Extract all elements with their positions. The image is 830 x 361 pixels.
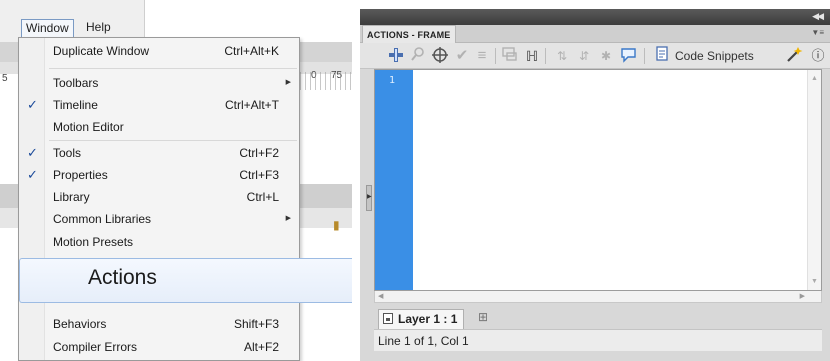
menu-item-label: Toolbars bbox=[53, 76, 99, 90]
auto-format-icon[interactable]: ≡ bbox=[472, 46, 492, 66]
menu-separator bbox=[49, 140, 297, 141]
window-menu-screenshot: Window Help 5 0 75 ▮ Duplicate Window Ct… bbox=[0, 0, 352, 361]
checkmark-icon: ✓ bbox=[27, 145, 38, 160]
menu-item-properties[interactable]: ✓ Properties Ctrl+F3 bbox=[19, 164, 299, 186]
collapse-selection-icon[interactable]: ⇵ bbox=[574, 46, 594, 66]
cursor-position-status: Line 1 of 1, Col 1 bbox=[378, 334, 469, 348]
menu-item-label: Common Libraries bbox=[53, 212, 152, 226]
panel-title-bar: ◀◀ bbox=[360, 9, 830, 25]
toolbar-separator bbox=[495, 48, 496, 64]
menu-item-shortcut: Alt+F2 bbox=[243, 340, 279, 354]
menu-item-motion-presets[interactable]: Motion Presets bbox=[19, 231, 299, 253]
actions-toolbar: ✔ ≡ ℍ ⇅ ⇵ ✱ Code Snippets ⓘ bbox=[360, 43, 830, 69]
menu-item-label: Duplicate Window bbox=[53, 44, 150, 58]
window-menu-dropdown: Duplicate Window Ctrl+Alt+K Toolbars ▶ ✓… bbox=[18, 37, 300, 361]
menu-help[interactable]: Help bbox=[82, 19, 115, 38]
menu-item-label: Compiler Errors bbox=[53, 340, 138, 354]
checkmark-icon: ✓ bbox=[27, 97, 38, 112]
panel-menu-icon[interactable]: ▼≡ bbox=[811, 28, 824, 37]
submenu-arrow-icon: ▶ bbox=[285, 215, 291, 222]
menu-item-timeline[interactable]: ✓ Timeline Ctrl+Alt+T bbox=[19, 94, 299, 116]
menu-item-common-libraries[interactable]: Common Libraries ▶ bbox=[19, 208, 299, 230]
menu-item-label: Actions bbox=[88, 266, 157, 289]
expand-arrow-icon: ▶ bbox=[367, 194, 372, 200]
menu-item-motion-editor[interactable]: Motion Editor bbox=[19, 116, 299, 138]
menu-item-label: Motion Editor bbox=[53, 120, 124, 134]
code-snippets-button[interactable]: Code Snippets bbox=[675, 47, 754, 65]
menu-item-toolbars[interactable]: Toolbars ▶ bbox=[19, 72, 299, 94]
panel-tab-strip: ACTIONS - FRAME ▼≡ bbox=[360, 25, 830, 44]
line-number: 1 bbox=[389, 75, 396, 86]
tab-actions-frame[interactable]: ACTIONS - FRAME bbox=[362, 25, 456, 44]
actions-panel: ◀◀ ACTIONS - FRAME ▼≡ ✔ ≡ ℍ ⇅ ⇵ ✱ Code S… bbox=[360, 9, 830, 361]
find-icon[interactable] bbox=[408, 46, 428, 66]
script-editor[interactable]: 1 ▲ ▼ bbox=[374, 69, 822, 291]
menu-item-shortcut: Ctrl+F2 bbox=[239, 146, 279, 160]
menu-item-tools[interactable]: ✓ Tools Ctrl+F2 bbox=[19, 142, 299, 164]
menu-item-behaviors[interactable]: Behaviors Shift+F3 bbox=[19, 313, 299, 335]
menu-item-compiler-errors[interactable]: Compiler Errors Alt+F2 bbox=[19, 336, 299, 358]
menu-item-shortcut: Shift+F3 bbox=[233, 317, 279, 331]
vertical-scrollbar[interactable]: ▲ ▼ bbox=[807, 70, 821, 290]
layer-frame-icon bbox=[383, 313, 393, 324]
help-icon[interactable]: ⓘ bbox=[808, 46, 828, 66]
checkmark-icon: ✓ bbox=[27, 167, 38, 182]
code-snippets-icon[interactable] bbox=[653, 46, 673, 66]
show-code-hint-icon[interactable] bbox=[500, 46, 520, 66]
horizontal-scrollbar[interactable]: ◀ ▶ bbox=[374, 291, 822, 303]
panel-resize-handle[interactable]: ▶ bbox=[366, 185, 372, 211]
add-script-icon[interactable] bbox=[386, 46, 406, 66]
toolbar-separator bbox=[644, 48, 645, 64]
background-frame-number-left: 5 bbox=[2, 73, 8, 84]
menu-item-duplicate-window[interactable]: Duplicate Window Ctrl+Alt+K bbox=[19, 40, 299, 62]
expand-all-icon[interactable]: ✱ bbox=[596, 46, 616, 66]
menu-item-label: Tools bbox=[53, 146, 82, 160]
script-navigator-row: Layer 1 : 1 ⊞ bbox=[374, 307, 822, 329]
menu-window[interactable]: Window bbox=[21, 19, 74, 38]
menu-item-shortcut: Ctrl+L bbox=[246, 190, 279, 204]
menu-item-label: Library bbox=[53, 190, 90, 204]
collapse-panel-icon[interactable]: ◀◀ bbox=[812, 11, 824, 22]
menu-item-shortcut: Ctrl+Alt+T bbox=[224, 98, 279, 112]
collapse-between-braces-icon[interactable]: ⇅ bbox=[552, 46, 572, 66]
scroll-left-icon[interactable]: ◀ bbox=[378, 292, 383, 300]
background-timeline-ticks bbox=[300, 72, 352, 90]
menu-item-shortcut: Ctrl+F3 bbox=[239, 168, 279, 182]
scroll-up-icon[interactable]: ▲ bbox=[811, 75, 818, 82]
menu-item-label: Timeline bbox=[53, 98, 98, 112]
menu-item-label: Properties bbox=[53, 168, 108, 182]
check-syntax-icon[interactable]: ✔ bbox=[452, 46, 472, 66]
menu-item-shortcut: Ctrl+Alt+K bbox=[224, 44, 279, 58]
comment-icon[interactable] bbox=[618, 46, 638, 66]
menu-separator bbox=[49, 68, 297, 69]
insert-target-path-icon[interactable] bbox=[430, 46, 450, 66]
scroll-down-icon[interactable]: ▼ bbox=[811, 278, 818, 285]
line-number-gutter: 1 bbox=[375, 70, 413, 290]
pin-script-icon[interactable]: ⊞ bbox=[478, 310, 488, 324]
menu-item-label: Behaviors bbox=[53, 317, 107, 331]
scroll-right-icon[interactable]: ▶ bbox=[800, 292, 805, 300]
layer-tab-label: Layer 1 : 1 bbox=[398, 312, 458, 326]
menu-item-actions[interactable]: Actions bbox=[19, 258, 352, 303]
debug-options-icon[interactable]: ℍ bbox=[522, 46, 542, 66]
submenu-arrow-icon: ▶ bbox=[285, 79, 291, 86]
toolbar-separator bbox=[545, 48, 546, 64]
menu-item-label: Motion Presets bbox=[53, 235, 134, 249]
menu-item-library[interactable]: Library Ctrl+L bbox=[19, 186, 299, 208]
wizard-wand-icon[interactable] bbox=[784, 46, 804, 66]
background-folder-icon: ▮ bbox=[333, 218, 340, 232]
status-bar: Line 1 of 1, Col 1 bbox=[374, 329, 822, 351]
tab-layer-1[interactable]: Layer 1 : 1 bbox=[378, 309, 465, 329]
menu-bar: Window Help bbox=[0, 0, 145, 42]
